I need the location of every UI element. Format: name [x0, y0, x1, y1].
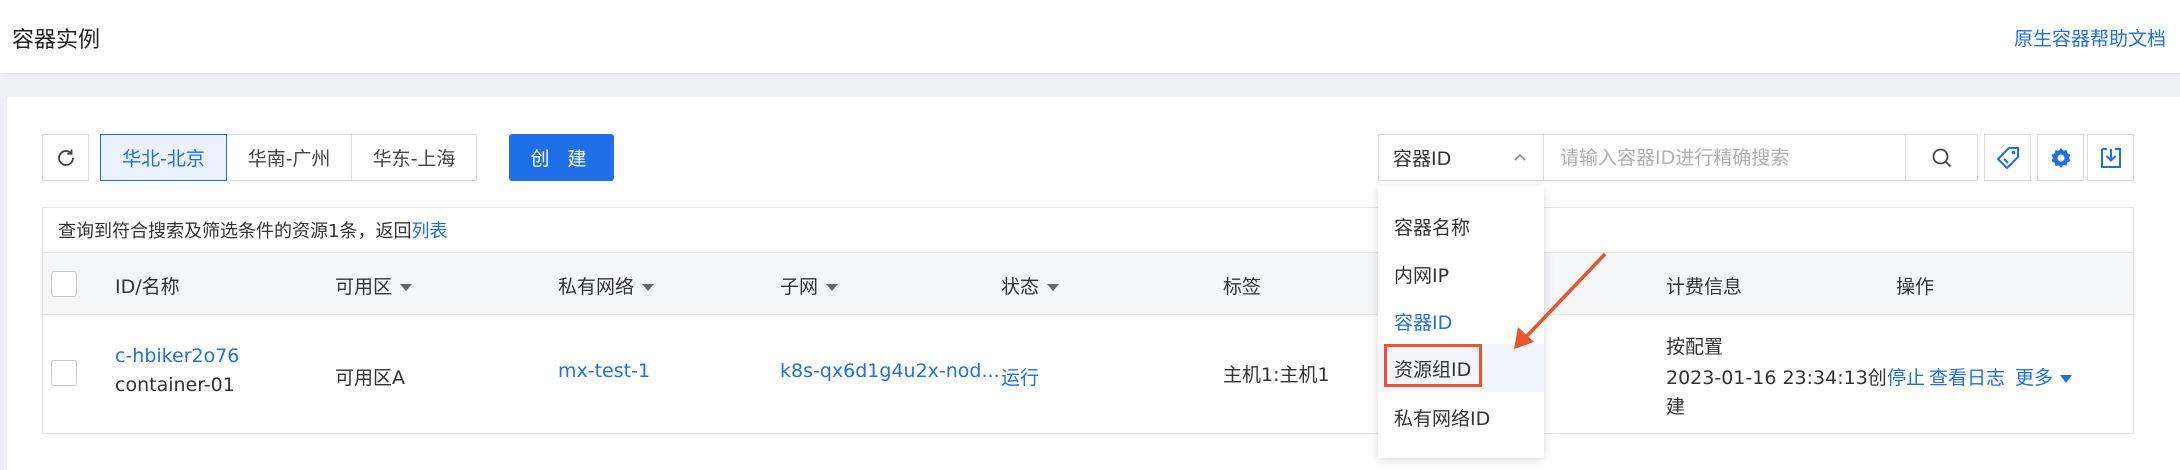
annotation-arrow-icon [1514, 252, 1607, 349]
download-button[interactable] [2087, 134, 2134, 181]
instance-vpc-link[interactable]: mx-test-1 [558, 360, 650, 382]
create-button[interactable]: 创 建 [509, 134, 614, 181]
caret-down-icon [2060, 374, 2073, 383]
sort-caret-icon [400, 284, 413, 291]
table-header: ID/名称 可用区 私有网络 子网 状态 标签 计费信息 操作 [43, 253, 2133, 315]
row-checkbox[interactable] [51, 360, 77, 386]
column-status[interactable]: 状态 [1001, 272, 1060, 299]
billing-type: 按配置 [1666, 336, 1724, 358]
column-actions: 操作 [1896, 276, 1935, 298]
column-zone[interactable]: 可用区 [335, 272, 413, 299]
tag-edit-button[interactable] [1984, 134, 2031, 181]
region-tab-guangzhou[interactable]: 华南-广州 [226, 134, 352, 181]
column-billing: 计费信息 [1666, 276, 1743, 298]
instance-status: 运行 [1001, 367, 1040, 389]
gear-icon [2051, 147, 2070, 168]
result-summary: 查询到符合搜索及筛选条件的资源1条，返回 列表 [43, 208, 2133, 253]
select-all-checkbox[interactable] [51, 271, 77, 297]
search-button[interactable] [1905, 134, 1978, 181]
option-vpc-id[interactable]: 私有网络ID [1378, 393, 1544, 441]
search-field-select[interactable]: 容器ID [1378, 134, 1544, 181]
tag-icon [1996, 146, 2019, 169]
instance-table: 查询到符合搜索及筛选条件的资源1条，返回 列表 ID/名称 可用区 私有网络 子网… [42, 207, 2134, 434]
column-subnet[interactable]: 子网 [780, 272, 839, 299]
instance-tags: 主机1:主机1 [1223, 364, 1330, 386]
option-container-name[interactable]: 容器名称 [1378, 202, 1544, 250]
instance-name: container-01 [115, 374, 235, 396]
sort-caret-icon [826, 284, 839, 291]
column-tags: 标签 [1223, 276, 1262, 298]
sort-caret-icon [642, 284, 655, 291]
billing-created-time-cont: 建 [1666, 396, 1686, 418]
chevron-up-icon [1514, 153, 1526, 161]
region-tab-shanghai[interactable]: 华东-上海 [351, 134, 477, 181]
instance-zone: 可用区A [335, 367, 405, 389]
search-input[interactable] [1543, 134, 1906, 181]
region-tabs: 华北-北京 华南-广州 华东-上海 [100, 134, 477, 181]
settings-button[interactable] [2037, 134, 2084, 181]
sort-caret-icon [1047, 284, 1060, 291]
search-icon [1932, 148, 1951, 167]
column-vpc[interactable]: 私有网络 [558, 272, 655, 299]
view-logs-action-link[interactable]: 查看日志 [1929, 363, 2005, 390]
refresh-button[interactable] [42, 134, 89, 181]
top-bar: 容器实例 原生容器帮助文档 [0, 0, 2180, 73]
column-id-name: ID/名称 [115, 276, 180, 298]
stop-action-link[interactable]: 停止 [1887, 363, 1925, 390]
more-actions-link[interactable]: 更多 [2015, 363, 2073, 390]
region-tab-beijing[interactable]: 华北-北京 [100, 134, 227, 181]
help-doc-link[interactable]: 原生容器帮助文档 [2014, 24, 2166, 51]
back-to-list-link[interactable]: 列表 [411, 217, 447, 243]
search-field-value: 容器ID [1393, 148, 1452, 170]
annotation-highlight-box [1384, 344, 1482, 387]
download-icon [2100, 147, 2121, 168]
instance-id-link[interactable]: c-hbiker2o76 [115, 345, 239, 367]
billing-created-time: 2023-01-16 23:34:13创 [1666, 367, 1887, 389]
page-title: 容器实例 [12, 28, 101, 53]
result-summary-text: 查询到符合搜索及筛选条件的资源1条，返回 [58, 221, 412, 242]
refresh-icon [57, 149, 74, 166]
instance-subnet-link[interactable]: k8s-qx6d1g4u2x-nod... [780, 360, 1000, 382]
